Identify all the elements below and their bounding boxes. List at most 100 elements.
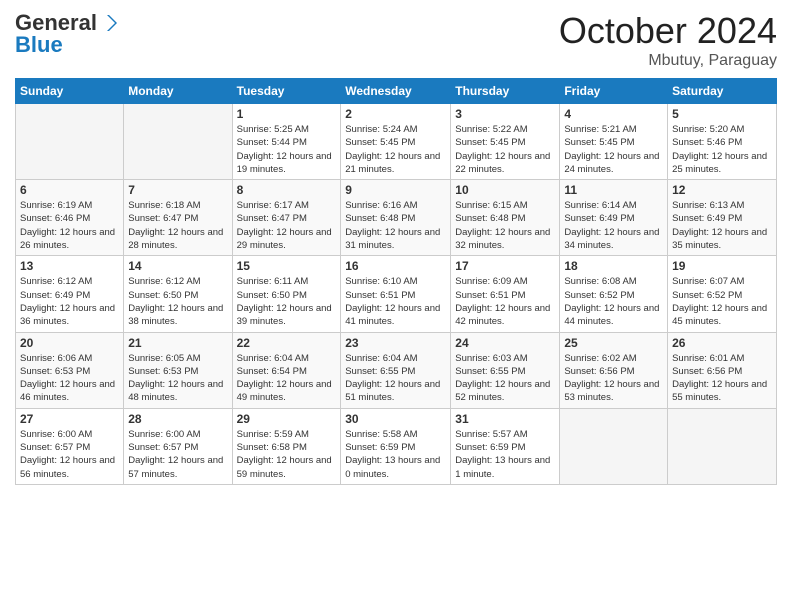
day-info-28: Sunrise: 6:00 AM Sunset: 6:57 PM Dayligh… xyxy=(128,428,227,481)
day-number-13: 13 xyxy=(20,259,119,273)
day-number-23: 23 xyxy=(345,336,446,350)
month-title: October 2024 xyxy=(559,10,777,52)
day-number-16: 16 xyxy=(345,259,446,273)
day-number-28: 28 xyxy=(128,412,227,426)
day-number-24: 24 xyxy=(455,336,555,350)
day-info-9: Sunrise: 6:16 AM Sunset: 6:48 PM Dayligh… xyxy=(345,199,446,252)
day-number-19: 19 xyxy=(672,259,772,273)
cell-w3-d0: 20Sunrise: 6:06 AM Sunset: 6:53 PM Dayli… xyxy=(16,332,124,408)
cell-w2-d1: 14 Sunrise: 6:12 AM Sunset: 6:50 PM Dayli… xyxy=(124,256,232,332)
day-number-7: 7 xyxy=(128,183,227,197)
header-wednesday: Wednesday xyxy=(341,79,451,104)
week-row-4: 27Sunrise: 6:00 AM Sunset: 6:57 PM Dayli… xyxy=(16,408,777,484)
header-thursday: Thursday xyxy=(451,79,560,104)
day-number-12: 12 xyxy=(672,183,772,197)
cell-w3-d3: 23 Sunrise: 6:04 AM Sunset: 6:55 PM Dayli… xyxy=(341,332,451,408)
week-row-1: 6Sunrise: 6:19 AM Sunset: 6:46 PM Daylig… xyxy=(16,180,777,256)
day-info-29: Sunrise: 5:59 AM Sunset: 6:58 PM Dayligh… xyxy=(237,428,337,481)
cell-w0-d1 xyxy=(124,104,232,180)
cell-w0-d5: 4 Sunrise: 5:21 AM Sunset: 5:45 PM Daylig… xyxy=(560,104,668,180)
day-info-14: Sunrise: 6:12 AM Sunset: 6:50 PM Dayligh… xyxy=(128,275,227,328)
day-info-21: Sunrise: 6:05 AM Sunset: 6:53 PM Dayligh… xyxy=(128,352,227,405)
day-info-31: Sunrise: 5:57 AM Sunset: 6:59 PM Dayligh… xyxy=(455,428,555,481)
day-info-30: Sunrise: 5:58 AM Sunset: 6:59 PM Dayligh… xyxy=(345,428,446,481)
day-number-18: 18 xyxy=(564,259,663,273)
cell-w3-d2: 22 Sunrise: 6:04 AM Sunset: 6:54 PM Dayli… xyxy=(232,332,341,408)
calendar-table: Sunday Monday Tuesday Wednesday Thursday… xyxy=(15,78,777,485)
day-number-30: 30 xyxy=(345,412,446,426)
week-row-2: 13 Sunrise: 6:12 AM Sunset: 6:49 PM Dayli… xyxy=(16,256,777,332)
cell-w1-d5: 11 Sunrise: 6:14 AM Sunset: 6:49 PM Dayli… xyxy=(560,180,668,256)
day-number-20: 20 xyxy=(20,336,119,350)
day-info-6: Sunrise: 6:19 AM Sunset: 6:46 PM Dayligh… xyxy=(20,199,119,252)
day-number-8: 8 xyxy=(237,183,337,197)
day-info-16: Sunrise: 6:10 AM Sunset: 6:51 PM Dayligh… xyxy=(345,275,446,328)
day-info-17: Sunrise: 6:09 AM Sunset: 6:51 PM Dayligh… xyxy=(455,275,555,328)
logo-blue-text: Blue xyxy=(15,32,63,58)
cell-w2-d3: 16 Sunrise: 6:10 AM Sunset: 6:51 PM Dayli… xyxy=(341,256,451,332)
day-info-13: Sunrise: 6:12 AM Sunset: 6:49 PM Dayligh… xyxy=(20,275,119,328)
day-number-22: 22 xyxy=(237,336,337,350)
day-number-25: 25 xyxy=(564,336,663,350)
day-info-12: Sunrise: 6:13 AM Sunset: 6:49 PM Dayligh… xyxy=(672,199,772,252)
header-friday: Friday xyxy=(560,79,668,104)
day-number-31: 31 xyxy=(455,412,555,426)
cell-w1-d6: 12 Sunrise: 6:13 AM Sunset: 6:49 PM Dayli… xyxy=(668,180,777,256)
cell-w1-d4: 10 Sunrise: 6:15 AM Sunset: 6:48 PM Dayli… xyxy=(451,180,560,256)
day-number-26: 26 xyxy=(672,336,772,350)
cell-w0-d3: 2 Sunrise: 5:24 AM Sunset: 5:45 PM Daylig… xyxy=(341,104,451,180)
day-number-2: 2 xyxy=(345,107,446,121)
cell-w1-d0: 6Sunrise: 6:19 AM Sunset: 6:46 PM Daylig… xyxy=(16,180,124,256)
cell-w2-d0: 13 Sunrise: 6:12 AM Sunset: 6:49 PM Dayli… xyxy=(16,256,124,332)
cell-w4-d6 xyxy=(668,408,777,484)
page: General Blue October 2024 Mbutuy, Paragu… xyxy=(0,0,792,612)
day-number-14: 14 xyxy=(128,259,227,273)
header-sunday: Sunday xyxy=(16,79,124,104)
weekday-header-row: Sunday Monday Tuesday Wednesday Thursday… xyxy=(16,79,777,104)
cell-w4-d3: 30 Sunrise: 5:58 AM Sunset: 6:59 PM Dayli… xyxy=(341,408,451,484)
cell-w1-d2: 8Sunrise: 6:17 AM Sunset: 6:47 PM Daylig… xyxy=(232,180,341,256)
day-info-2: Sunrise: 5:24 AM Sunset: 5:45 PM Dayligh… xyxy=(345,123,446,176)
day-number-11: 11 xyxy=(564,183,663,197)
day-info-5: Sunrise: 5:20 AM Sunset: 5:46 PM Dayligh… xyxy=(672,123,772,176)
cell-w4-d2: 29Sunrise: 5:59 AM Sunset: 6:58 PM Dayli… xyxy=(232,408,341,484)
logo-icon xyxy=(99,13,119,33)
cell-w0-d2: 1 Sunrise: 5:25 AM Sunset: 5:44 PM Daylig… xyxy=(232,104,341,180)
day-number-9: 9 xyxy=(345,183,446,197)
day-info-24: Sunrise: 6:03 AM Sunset: 6:55 PM Dayligh… xyxy=(455,352,555,405)
day-info-27: Sunrise: 6:00 AM Sunset: 6:57 PM Dayligh… xyxy=(20,428,119,481)
day-info-1: Sunrise: 5:25 AM Sunset: 5:44 PM Dayligh… xyxy=(237,123,337,176)
cell-w2-d4: 17 Sunrise: 6:09 AM Sunset: 6:51 PM Dayli… xyxy=(451,256,560,332)
location: Mbutuy, Paraguay xyxy=(559,52,777,70)
cell-w3-d6: 26Sunrise: 6:01 AM Sunset: 6:56 PM Dayli… xyxy=(668,332,777,408)
logo: General Blue xyxy=(15,10,119,58)
day-number-15: 15 xyxy=(237,259,337,273)
day-number-3: 3 xyxy=(455,107,555,121)
day-number-17: 17 xyxy=(455,259,555,273)
cell-w1-d3: 9 Sunrise: 6:16 AM Sunset: 6:48 PM Daylig… xyxy=(341,180,451,256)
day-info-18: Sunrise: 6:08 AM Sunset: 6:52 PM Dayligh… xyxy=(564,275,663,328)
week-row-0: 1 Sunrise: 5:25 AM Sunset: 5:44 PM Daylig… xyxy=(16,104,777,180)
cell-w4-d1: 28 Sunrise: 6:00 AM Sunset: 6:57 PM Dayli… xyxy=(124,408,232,484)
day-info-11: Sunrise: 6:14 AM Sunset: 6:49 PM Dayligh… xyxy=(564,199,663,252)
cell-w0-d0 xyxy=(16,104,124,180)
header-monday: Monday xyxy=(124,79,232,104)
cell-w4-d0: 27Sunrise: 6:00 AM Sunset: 6:57 PM Dayli… xyxy=(16,408,124,484)
day-info-22: Sunrise: 6:04 AM Sunset: 6:54 PM Dayligh… xyxy=(237,352,337,405)
cell-w4-d4: 31 Sunrise: 5:57 AM Sunset: 6:59 PM Dayli… xyxy=(451,408,560,484)
day-info-23: Sunrise: 6:04 AM Sunset: 6:55 PM Dayligh… xyxy=(345,352,446,405)
day-number-4: 4 xyxy=(564,107,663,121)
title-block: October 2024 Mbutuy, Paraguay xyxy=(559,10,777,70)
day-info-10: Sunrise: 6:15 AM Sunset: 6:48 PM Dayligh… xyxy=(455,199,555,252)
cell-w2-d6: 19Sunrise: 6:07 AM Sunset: 6:52 PM Dayli… xyxy=(668,256,777,332)
cell-w3-d4: 24 Sunrise: 6:03 AM Sunset: 6:55 PM Dayli… xyxy=(451,332,560,408)
day-info-7: Sunrise: 6:18 AM Sunset: 6:47 PM Dayligh… xyxy=(128,199,227,252)
day-number-10: 10 xyxy=(455,183,555,197)
cell-w2-d2: 15Sunrise: 6:11 AM Sunset: 6:50 PM Dayli… xyxy=(232,256,341,332)
day-number-1: 1 xyxy=(237,107,337,121)
day-info-4: Sunrise: 5:21 AM Sunset: 5:45 PM Dayligh… xyxy=(564,123,663,176)
week-row-3: 20Sunrise: 6:06 AM Sunset: 6:53 PM Dayli… xyxy=(16,332,777,408)
day-number-21: 21 xyxy=(128,336,227,350)
cell-w3-d5: 25Sunrise: 6:02 AM Sunset: 6:56 PM Dayli… xyxy=(560,332,668,408)
cell-w1-d1: 7 Sunrise: 6:18 AM Sunset: 6:47 PM Daylig… xyxy=(124,180,232,256)
